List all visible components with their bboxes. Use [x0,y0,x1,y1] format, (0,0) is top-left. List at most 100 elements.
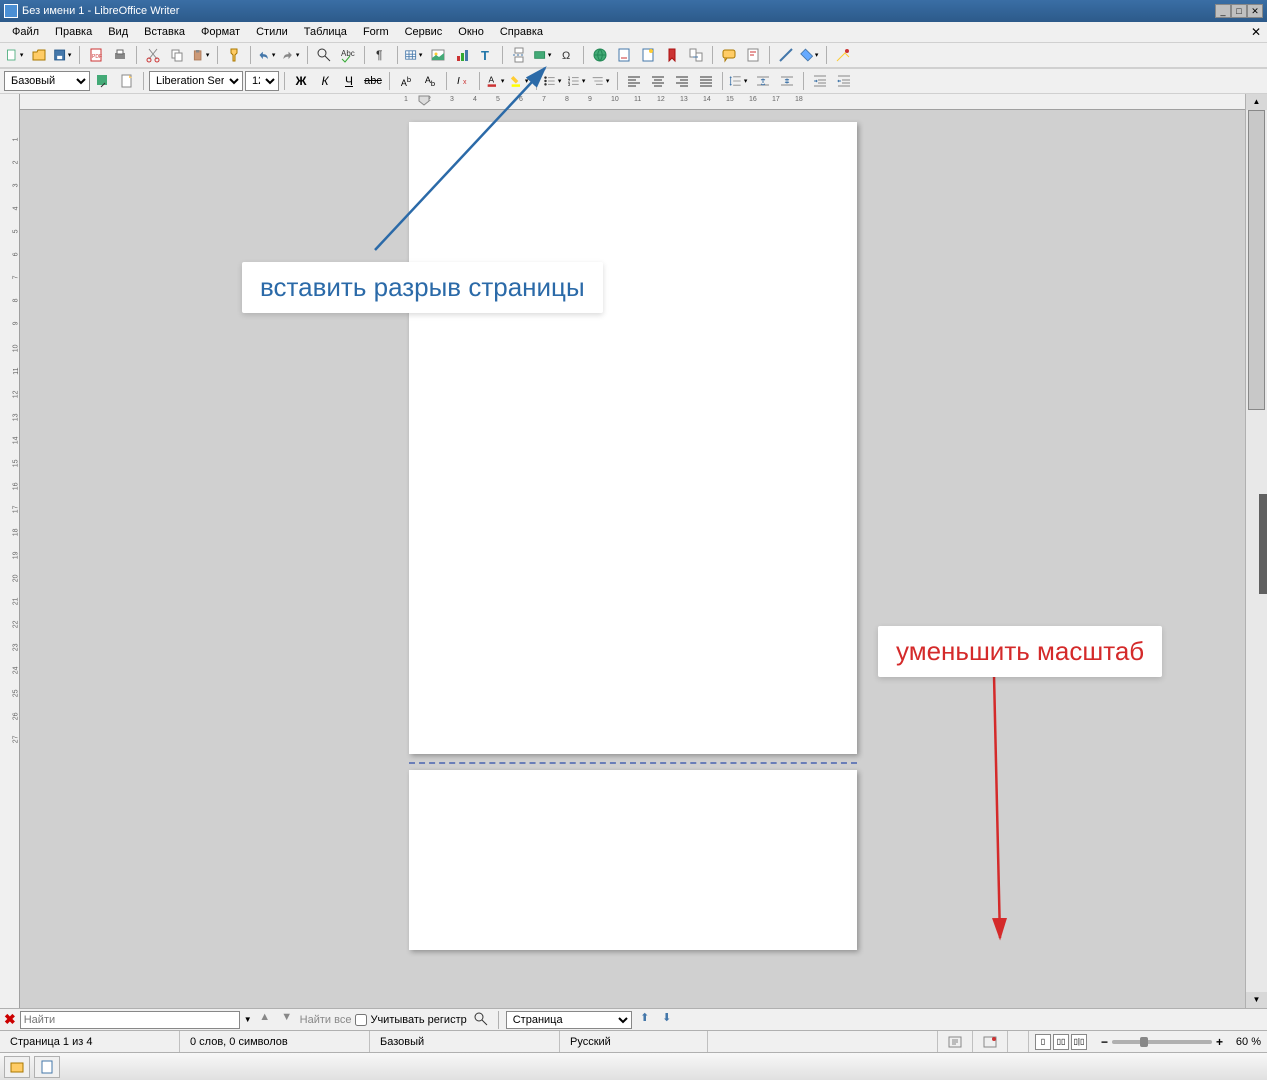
status-word-count[interactable]: 0 слов, 0 символов [180,1031,370,1052]
highlight-color-button[interactable]: ▾ [509,70,531,92]
bullet-list-button[interactable]: ▾ [542,70,564,92]
insert-textbox-button[interactable]: T [475,44,497,66]
insert-field-button[interactable]: ▾ [532,44,554,66]
status-selection-mode[interactable] [973,1031,1008,1052]
align-left-button[interactable] [623,70,645,92]
align-center-button[interactable] [647,70,669,92]
menu-help[interactable]: Справка [492,24,551,40]
bold-button[interactable]: Ж [290,70,312,92]
formatting-marks-button[interactable]: ¶ [370,44,392,66]
vertical-scrollbar[interactable]: ▲ ▼ [1245,94,1267,1008]
book-view-button[interactable]: ▯|▯ [1071,1034,1087,1050]
status-language[interactable]: Русский [560,1031,708,1052]
navigate-by-dropdown[interactable]: Страница [506,1011,632,1029]
increase-indent-button[interactable] [809,70,831,92]
insert-page-break-button[interactable] [508,44,530,66]
insert-endnote-button[interactable] [637,44,659,66]
number-list-button[interactable]: 123▾ [566,70,588,92]
clear-formatting-button[interactable]: Ix [452,70,474,92]
align-justify-button[interactable] [695,70,717,92]
scroll-down-button[interactable]: ▼ [1246,992,1267,1008]
cut-button[interactable] [142,44,164,66]
menu-window[interactable]: Окно [450,24,492,40]
underline-button[interactable]: Ч [338,70,360,92]
find-dropdown-button[interactable]: ▼ [244,1015,252,1024]
nav-next-button[interactable]: ⬇ [658,1011,676,1029]
close-button[interactable]: ✕ [1247,4,1263,18]
insert-footnote-button[interactable] [613,44,635,66]
status-signature[interactable] [1008,1031,1029,1052]
find-next-button[interactable]: ▼ [278,1011,296,1029]
document-page-1[interactable] [409,122,857,754]
paste-button[interactable]: ▾ [190,44,212,66]
match-case-input[interactable] [355,1014,367,1026]
maximize-button[interactable]: □ [1231,4,1247,18]
paragraph-style-dropdown[interactable]: Базовый [4,71,90,91]
document-page-2[interactable] [409,770,857,950]
insert-comment-button[interactable] [718,44,740,66]
decrease-para-spacing-button[interactable] [776,70,798,92]
minimize-button[interactable]: _ [1215,4,1231,18]
menu-edit[interactable]: Правка [47,24,100,40]
line-spacing-button[interactable]: ▾ [728,70,750,92]
insert-line-button[interactable] [775,44,797,66]
menu-insert[interactable]: Вставка [136,24,193,40]
print-button[interactable] [109,44,131,66]
page-scroll-area[interactable] [20,110,1245,1008]
status-page[interactable]: Страница 1 из 4 [0,1031,180,1052]
insert-hyperlink-button[interactable] [589,44,611,66]
insert-bookmark-button[interactable] [661,44,683,66]
close-findbar-button[interactable]: ✖ [4,1011,16,1028]
redo-button[interactable]: ▾ [280,44,302,66]
scroll-up-button[interactable]: ▲ [1246,94,1267,110]
menu-form[interactable]: Form [355,24,397,40]
scroll-thumb[interactable] [1248,110,1265,410]
insert-image-button[interactable] [427,44,449,66]
zoom-slider[interactable] [1112,1040,1212,1044]
export-pdf-button[interactable]: PDF [85,44,107,66]
menu-table[interactable]: Таблица [296,24,355,40]
outline-button[interactable]: ▾ [590,70,612,92]
find-prev-button[interactable]: ▲ [256,1011,274,1029]
status-page-style[interactable]: Базовый [370,1031,560,1052]
zoom-out-button[interactable]: − [1101,1035,1108,1049]
decrease-indent-button[interactable] [833,70,855,92]
status-insert-mode[interactable] [938,1031,973,1052]
find-input[interactable] [20,1011,240,1029]
superscript-button[interactable]: Ab [395,70,417,92]
find-replace-button[interactable] [313,44,335,66]
menu-tools[interactable]: Сервис [397,24,451,40]
insert-table-button[interactable]: ▾ [403,44,425,66]
increase-para-spacing-button[interactable] [752,70,774,92]
font-name-dropdown[interactable]: Liberation Serif [149,71,243,91]
menu-format[interactable]: Формат [193,24,248,40]
find-format-button[interactable] [471,1011,491,1029]
zoom-in-button[interactable]: + [1216,1035,1223,1049]
basic-shapes-button[interactable]: ▾ [799,44,821,66]
vertical-ruler[interactable]: 1234567891011121314151617181920212223242… [0,94,20,1008]
copy-button[interactable] [166,44,188,66]
single-page-view-button[interactable]: ▯ [1035,1034,1051,1050]
sidebar-toggle-button[interactable] [1259,494,1267,594]
spellcheck-button[interactable]: Abc [337,44,359,66]
subscript-button[interactable]: Ab [419,70,441,92]
find-all-button[interactable]: Найти все [300,1014,352,1026]
open-button[interactable] [28,44,50,66]
zoom-slider-thumb[interactable] [1140,1037,1148,1047]
show-draw-functions-button[interactable] [832,44,854,66]
font-color-button[interactable]: A▾ [485,70,507,92]
menu-file[interactable]: Файл [4,24,47,40]
new-doc-button[interactable]: ▾ [4,44,26,66]
taskbar-item-1[interactable] [4,1056,30,1078]
new-style-button[interactable] [116,70,138,92]
indent-marker-icon[interactable] [418,95,430,111]
strikethrough-button[interactable]: abc [362,70,384,92]
close-document-button[interactable]: ✕ [1251,25,1261,39]
menu-styles[interactable]: Стили [248,24,296,40]
italic-button[interactable]: К [314,70,336,92]
undo-button[interactable]: ▾ [256,44,278,66]
horizontal-ruler[interactable]: 123456789101112131415161718 [20,94,1245,110]
update-style-button[interactable] [92,70,114,92]
insert-chart-button[interactable] [451,44,473,66]
taskbar-item-2[interactable] [34,1056,60,1078]
